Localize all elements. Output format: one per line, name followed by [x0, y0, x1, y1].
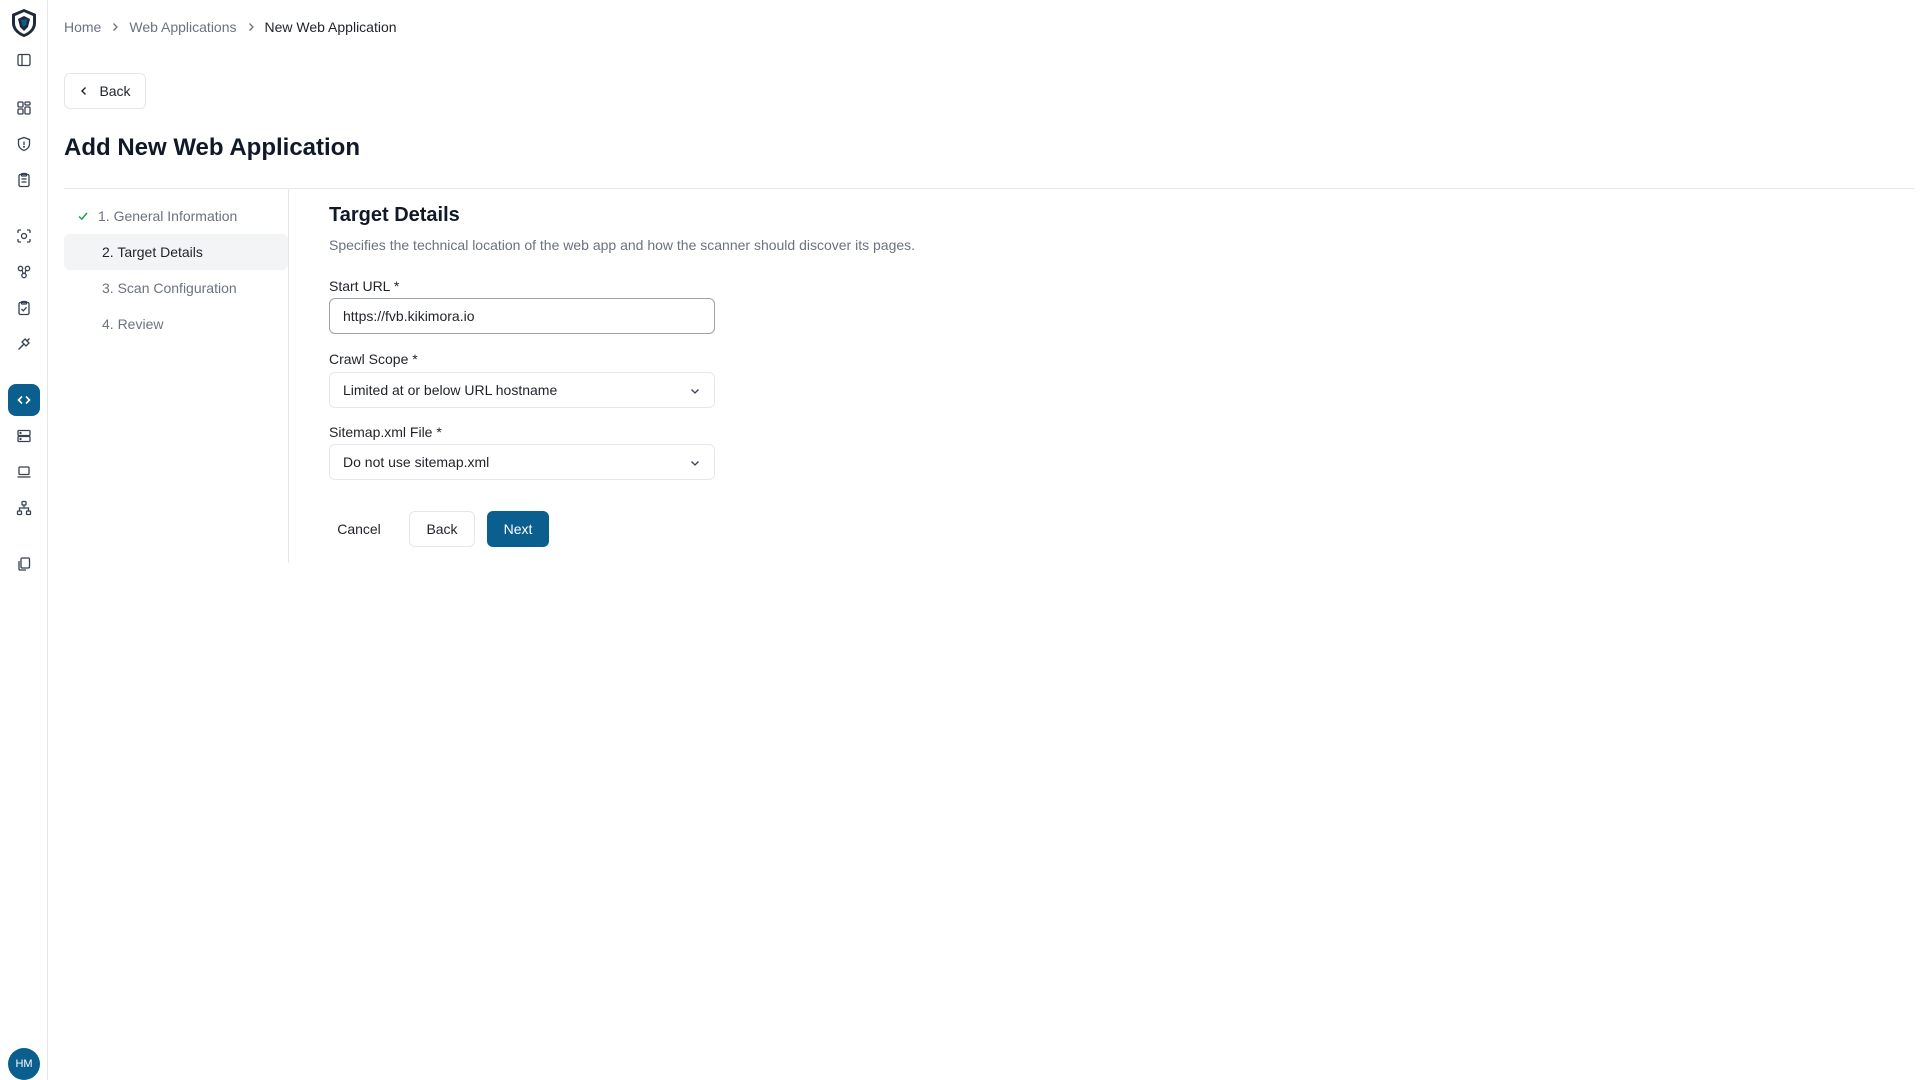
section-title: Target Details: [329, 204, 460, 226]
panel-toggle-icon[interactable]: [12, 48, 36, 72]
chevron-down-icon: [691, 389, 699, 394]
sidebar: HM: [0, 0, 48, 1080]
chevron-down-icon: [691, 461, 699, 466]
breadcrumb-home[interactable]: Home: [64, 19, 101, 35]
cancel-button[interactable]: Cancel: [329, 511, 389, 547]
step-label: 3. Scan Configuration: [102, 280, 237, 296]
step-label: 1. General Information: [98, 208, 238, 224]
network-icon[interactable]: [12, 496, 36, 520]
section-description: Specifies the technical location of the …: [329, 237, 916, 253]
chevron-right-icon: [101, 22, 129, 32]
laptop-icon[interactable]: [12, 460, 36, 484]
breadcrumb-web-applications[interactable]: Web Applications: [129, 19, 236, 35]
server-icon[interactable]: [12, 424, 36, 448]
clipboard-icon[interactable]: [12, 168, 36, 192]
app-logo[interactable]: [8, 7, 40, 39]
shield-icon[interactable]: [12, 132, 36, 156]
chevron-right-icon: [237, 22, 265, 32]
check-icon: [78, 212, 88, 221]
sitemap-label: Sitemap.xml File *: [329, 424, 442, 440]
clipboard-check-icon[interactable]: [12, 296, 36, 320]
header-divider: [64, 188, 1914, 189]
crawl-scope-label: Crawl Scope *: [329, 351, 418, 367]
nodes-icon[interactable]: [12, 260, 36, 284]
wizard-steps: 1. General Information 2. Target Details…: [64, 198, 288, 342]
breadcrumb-current: New Web Application: [264, 19, 397, 35]
step-target-details[interactable]: 2. Target Details: [64, 234, 288, 270]
next-button[interactable]: Next: [487, 511, 549, 547]
step-scan-configuration[interactable]: 3. Scan Configuration: [64, 270, 288, 306]
code-icon[interactable]: [8, 384, 40, 416]
crawl-scope-select[interactable]: Limited at or below URL hostname: [329, 372, 715, 408]
step-label: 2. Target Details: [102, 244, 203, 260]
dashboard-icon[interactable]: [12, 96, 36, 120]
crawl-scope-value: Limited at or below URL hostname: [343, 382, 558, 398]
back-button-top[interactable]: Back: [64, 73, 146, 109]
start-url-label: Start URL *: [329, 278, 400, 294]
documents-icon[interactable]: [12, 552, 36, 576]
sitemap-select[interactable]: Do not use sitemap.xml: [329, 444, 715, 480]
page-title: Add New Web Application: [64, 134, 361, 161]
step-label: 4. Review: [102, 316, 164, 332]
section-header: Target Details Specifies the technical l…: [329, 204, 1229, 253]
breadcrumb: Home Web Applications New Web Applicatio…: [64, 19, 397, 35]
chevron-left-icon: [81, 87, 87, 95]
step-review[interactable]: 4. Review: [64, 306, 288, 342]
sitemap-value: Do not use sitemap.xml: [343, 454, 490, 470]
start-url-field[interactable]: [329, 298, 715, 334]
start-url-input[interactable]: [343, 308, 701, 324]
steps-divider: [288, 189, 289, 563]
step-general-information[interactable]: 1. General Information: [64, 198, 288, 234]
scan-icon[interactable]: [12, 224, 36, 248]
back-button-label: Back: [99, 83, 131, 99]
plug-icon[interactable]: [12, 332, 36, 356]
user-avatar[interactable]: HM: [8, 1048, 40, 1080]
back-button[interactable]: Back: [409, 511, 475, 547]
